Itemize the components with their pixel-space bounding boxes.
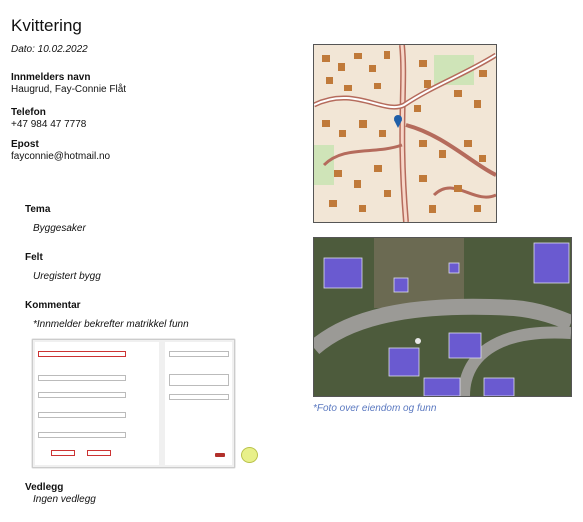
thumb-field bbox=[169, 394, 229, 400]
thumb-field bbox=[51, 450, 75, 456]
photo-caption: *Foto over eiendom og funn bbox=[313, 403, 437, 414]
aerial-graphic bbox=[314, 238, 571, 396]
tema-label: Tema bbox=[25, 204, 51, 215]
form-right-column bbox=[165, 342, 258, 465]
form-left-column bbox=[35, 342, 159, 465]
phone-label: Telefon bbox=[11, 107, 46, 118]
phone-value: +47 984 47 7778 bbox=[11, 119, 87, 130]
kommentar-value: *Innmelder bekrefter matrikkel funn bbox=[33, 319, 189, 330]
kommentar-label: Kommentar bbox=[25, 300, 81, 311]
email-value: fayconnie@hotmail.no bbox=[11, 151, 111, 162]
reporter-name-value: Haugrud, Fay-Connie Flåt bbox=[11, 84, 127, 95]
map-image bbox=[313, 44, 497, 223]
thumb-highlight bbox=[241, 447, 258, 463]
reporter-name-label: Innmelders navn bbox=[11, 72, 91, 83]
form-screenshot-thumbnail bbox=[32, 339, 258, 468]
vedlegg-value: Ingen vedlegg bbox=[33, 494, 96, 505]
receipt-date: Dato: 10.02.2022 bbox=[11, 44, 88, 55]
thumb-field bbox=[38, 375, 126, 381]
map-graphic bbox=[314, 45, 496, 222]
thumb-field bbox=[38, 351, 126, 357]
page-title: Kvittering bbox=[11, 16, 82, 35]
thumb-field bbox=[87, 450, 111, 456]
vedlegg-label: Vedlegg bbox=[25, 482, 64, 493]
thumb-field bbox=[169, 374, 229, 386]
thumb-field bbox=[38, 432, 126, 438]
felt-value: Uregistert bygg bbox=[33, 271, 101, 282]
thumb-button bbox=[215, 453, 225, 457]
tema-value: Byggesaker bbox=[33, 223, 86, 234]
felt-label: Felt bbox=[25, 252, 43, 263]
thumb-field bbox=[38, 412, 126, 418]
aerial-photo bbox=[313, 237, 572, 397]
thumb-field bbox=[38, 392, 126, 398]
thumb-field bbox=[169, 351, 229, 357]
email-label: Epost bbox=[11, 139, 39, 150]
